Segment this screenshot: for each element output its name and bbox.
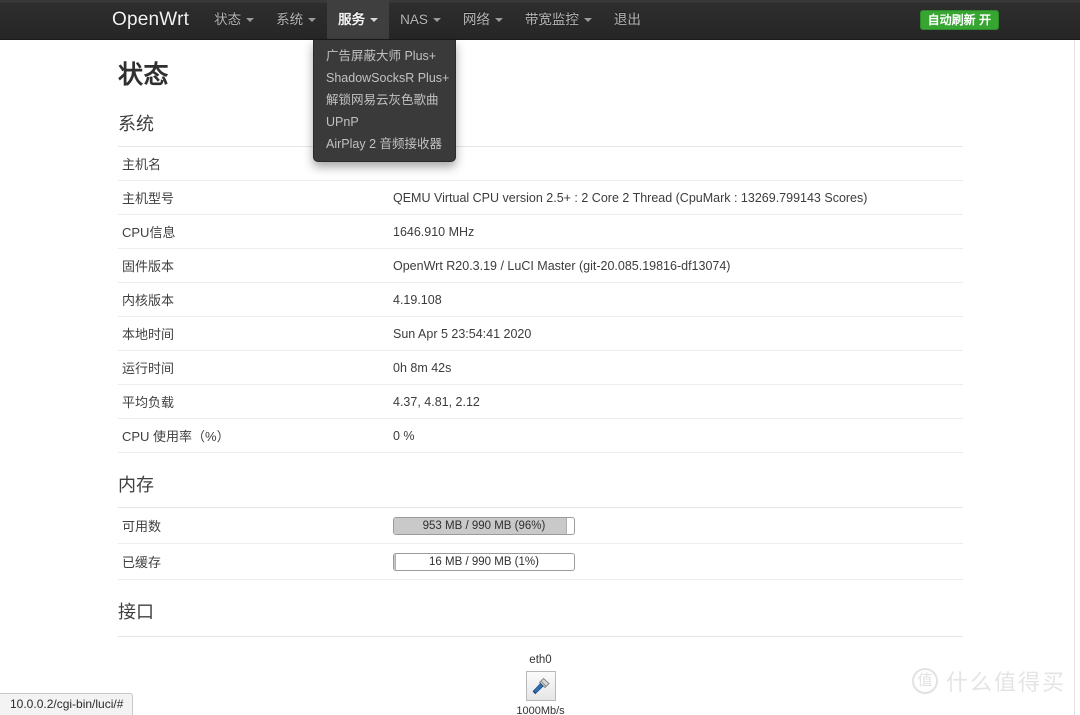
row-key-firmware-version: 固件版本 <box>122 259 175 274</box>
interface-eth0-speed: 1000Mb/s <box>516 705 565 715</box>
nav-item-status[interactable]: 状态 <box>203 0 265 39</box>
row-key-cpu-usage: CPU 使用率（%） <box>122 429 230 444</box>
row-key-memory-available: 可用数 <box>122 519 162 534</box>
table-row: 可用数 953 MB / 990 MB (96%) <box>118 508 963 544</box>
table-row: 本地时间 Sun Apr 5 23:54:41 2020 <box>118 317 963 351</box>
dropdown-item-adblock[interactable]: 广告屏蔽大师 Plus+ <box>314 45 455 67</box>
interface-eth0-name: eth0 <box>529 654 552 666</box>
brand-logo[interactable]: OpenWrt <box>112 0 203 39</box>
row-key-local-time: 本地时间 <box>122 327 175 342</box>
dropdown-item-shadowsocksr[interactable]: ShadowSocksR Plus+ <box>314 67 455 89</box>
table-row: 主机型号 QEMU Virtual CPU version 2.5+ : 2 C… <box>118 181 963 215</box>
table-row: 内核版本 4.19.108 <box>118 283 963 317</box>
nav-item-network-label: 网络 <box>462 12 490 27</box>
navbar-left-spacer <box>0 0 112 39</box>
row-key-cpu-info: CPU信息 <box>122 225 176 240</box>
chevron-down-icon <box>246 18 255 23</box>
interface-eth0[interactable]: eth0 1000Mb/s <box>481 653 601 715</box>
nav-item-system-label: 系统 <box>276 12 304 27</box>
chevron-down-icon <box>370 18 379 23</box>
nav-item-nas-label: NAS <box>400 12 428 27</box>
nav-item-services[interactable]: 服务 <box>327 0 390 39</box>
row-key-model: 主机型号 <box>122 191 175 206</box>
row-value-load-average: 4.37, 4.81, 2.12 <box>393 394 480 409</box>
dropdown-item-netease-unlock[interactable]: 解锁网易云灰色歌曲 <box>314 89 455 111</box>
nav-item-system[interactable]: 系统 <box>265 0 327 39</box>
table-row: CPU信息 1646.910 MHz <box>118 215 963 249</box>
memory-available-progress-label: 953 MB / 990 MB (96%) <box>422 519 546 532</box>
table-row: 平均负载 4.37, 4.81, 2.12 <box>118 385 963 419</box>
memory-cached-progress-wrap: 16 MB / 990 MB (1%) <box>393 552 963 571</box>
memory-available-progressbar: 953 MB / 990 MB (96%) <box>393 516 575 535</box>
row-value-local-time: Sun Apr 5 23:54:41 2020 <box>393 326 532 341</box>
nav-item-nas[interactable]: NAS <box>389 0 452 39</box>
section-title-system: 系统 <box>118 114 154 134</box>
row-key-kernel-version: 内核版本 <box>122 293 175 308</box>
row-value-model: QEMU Virtual CPU version 2.5+ : 2 Core 2… <box>393 190 868 205</box>
table-row: 主机名 <box>118 147 963 181</box>
nav-item-logout-label: 退出 <box>613 12 641 27</box>
system-info-table: 主机名 主机型号 QEMU Virtual CPU version 2.5+ :… <box>118 146 963 453</box>
nav-item-bandwidth-monitor-label: 带宽监控 <box>524 12 579 27</box>
row-value-kernel-version: 4.19.108 <box>393 292 442 307</box>
ethernet-icon <box>525 671 556 701</box>
section-title-interfaces: 接口 <box>118 602 154 622</box>
memory-available-progress-wrap: 953 MB / 990 MB (96%) <box>393 516 963 535</box>
dropdown-item-airplay2[interactable]: AirPlay 2 音频接收器 <box>314 133 455 155</box>
page-title: 状态 <box>118 61 170 89</box>
dropdown-item-upnp[interactable]: UPnP <box>314 111 455 133</box>
table-row: CPU 使用率（%） 0 % <box>118 419 963 453</box>
nav-item-bandwidth-monitor[interactable]: 带宽监控 <box>514 0 603 39</box>
services-dropdown-menu: 广告屏蔽大师 Plus+ ShadowSocksR Plus+ 解锁网易云灰色歌… <box>313 40 456 162</box>
table-row: 固件版本 OpenWrt R20.3.19 / LuCI Master (git… <box>118 249 963 283</box>
row-value-cpu-info: 1646.910 MHz <box>393 224 475 239</box>
memory-info-table: 可用数 953 MB / 990 MB (96%) 已缓存 16 MB / 99… <box>118 507 963 580</box>
row-key-memory-cached: 已缓存 <box>122 555 162 570</box>
nav-item-network[interactable]: 网络 <box>452 0 514 39</box>
auto-refresh-button[interactable]: 自动刷新 开 <box>919 10 999 30</box>
memory-cached-progress-label: 16 MB / 990 MB (1%) <box>429 555 539 568</box>
scrollbar-track[interactable] <box>1074 40 1075 715</box>
memory-cached-progressbar: 16 MB / 990 MB (1%) <box>393 552 575 571</box>
top-navbar: OpenWrt 状态 系统 服务 NAS 网络 带宽监控 退出 <box>0 0 1080 40</box>
row-value-firmware-version: OpenWrt R20.3.19 / LuCI Master (git-20.0… <box>393 258 731 273</box>
table-row: 运行时间 0h 8m 42s <box>118 351 963 385</box>
main-content: 状态 系统 主机名 主机型号 QEMU Virtual CPU version … <box>0 40 1074 715</box>
chevron-down-icon <box>494 18 503 23</box>
chevron-down-icon <box>432 18 441 23</box>
row-value-cpu-usage: 0 % <box>393 428 415 443</box>
nav-item-logout[interactable]: 退出 <box>603 0 652 39</box>
navbar-menu: 状态 系统 服务 NAS 网络 带宽监控 退出 <box>203 0 652 39</box>
row-key-load-average: 平均负载 <box>122 395 175 410</box>
interfaces-area: eth0 1000Mb/s <box>118 636 963 715</box>
chevron-down-icon <box>308 18 317 23</box>
browser-page: OpenWrt 状态 系统 服务 NAS 网络 带宽监控 退出 自动刷新 开 广… <box>0 0 1080 715</box>
status-bar-url: 10.0.0.2/cgi-bin/luci/# <box>0 693 134 715</box>
nav-item-services-label: 服务 <box>338 12 366 27</box>
row-key-uptime: 运行时间 <box>122 361 175 376</box>
section-title-memory: 内存 <box>118 475 154 495</box>
nav-item-status-label: 状态 <box>214 12 242 27</box>
chevron-down-icon <box>583 18 592 23</box>
row-value-uptime: 0h 8m 42s <box>393 360 452 375</box>
table-row: 已缓存 16 MB / 990 MB (1%) <box>118 544 963 580</box>
